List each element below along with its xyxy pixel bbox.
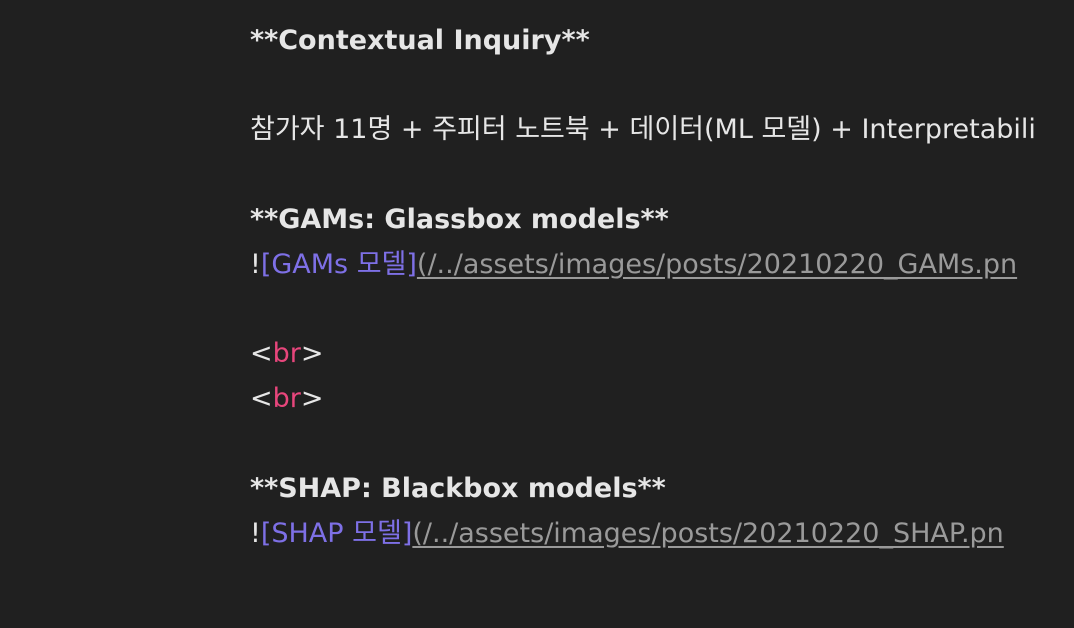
image-bang: ! (250, 518, 261, 549)
tag-open-bracket: < (250, 383, 273, 414)
br-tag-1: <br> (250, 337, 324, 371)
tag-open-bracket: < (250, 338, 273, 369)
shap-image-alt[interactable]: [SHAP 모델] (261, 518, 413, 549)
tag-close-bracket: > (300, 338, 324, 369)
br-tag-2: <br> (250, 382, 324, 416)
gams-image-url[interactable]: (/../assets/images/posts/20210220_GAMs.p… (417, 249, 1017, 280)
image-bang: ! (250, 249, 261, 280)
tag-name: br (272, 383, 301, 414)
tag-close-bracket: > (300, 383, 324, 414)
contextual-inquiry-heading: **Contextual Inquiry** (250, 25, 590, 56)
markdown-editor[interactable]: **Contextual Inquiry** 참가자 11명 + 주피터 노트북… (0, 0, 1074, 628)
shap-image-url[interactable]: (/../assets/images/posts/20210220_SHAP.p… (412, 518, 1003, 549)
gams-image-alt[interactable]: [GAMs 모델] (261, 249, 417, 280)
gams-heading: **GAMs: Glassbox models** (250, 204, 669, 235)
shap-image-markdown: ![SHAP 모델](/../assets/images/posts/20210… (250, 517, 1004, 551)
gams-image-markdown: ![GAMs 모델](/../assets/images/posts/20210… (250, 248, 1017, 282)
participants-line: 참가자 11명 + 주피터 노트북 + 데이터(ML 모델) + Interpr… (250, 114, 1036, 145)
shap-heading: **SHAP: Blackbox models** (250, 473, 666, 504)
tag-name: br (272, 338, 301, 369)
